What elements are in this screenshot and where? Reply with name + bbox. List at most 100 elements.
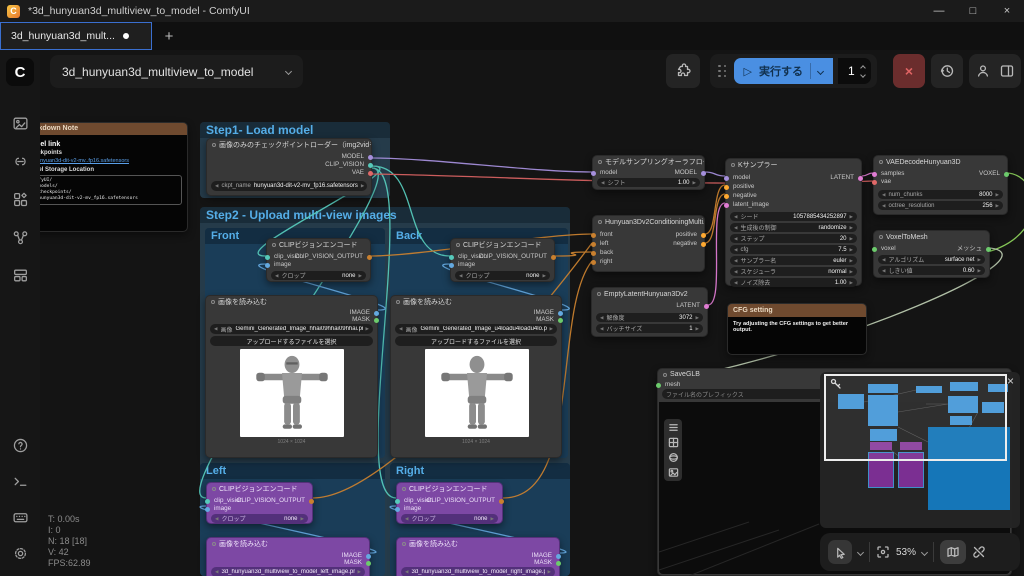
zoom-chevron-icon[interactable] bbox=[921, 548, 928, 555]
window-title: *3d_hunyuan3d_multiview_to_model - Comfy… bbox=[28, 5, 250, 17]
help-icon[interactable] bbox=[0, 430, 40, 460]
workflows-icon[interactable] bbox=[0, 108, 40, 138]
minimize-button[interactable]: — bbox=[922, 0, 956, 22]
node-clip-encode-right[interactable]: CLIPビジョンエンコード clip_vision CLIP_VISION_OU… bbox=[396, 482, 503, 524]
comfyui-app-icon: C bbox=[7, 5, 20, 18]
shift-widget[interactable]: ◀シフト1.00▶ bbox=[597, 178, 700, 187]
port-mask-out[interactable]: MASK bbox=[352, 316, 370, 324]
port-clipvision-out[interactable]: CLIP_VISION bbox=[325, 161, 364, 169]
group-right-title: Right bbox=[390, 463, 570, 479]
port-vae-out[interactable]: VAE bbox=[352, 169, 364, 177]
node-load-image-left[interactable]: 画像を読み込む IMAGE MASK ◀3d_hunyuan3d_multivi… bbox=[206, 537, 370, 576]
workflow-tab-active[interactable]: 3d_hunyuan3d_mult... bbox=[0, 22, 152, 50]
run-label: 実行する bbox=[759, 63, 803, 79]
viewport-toolbar bbox=[664, 419, 682, 481]
minimap-view-rect[interactable] bbox=[824, 374, 1007, 461]
upload-button[interactable]: アップロードするファイルを選択 bbox=[210, 336, 373, 346]
node-voxel-to-mesh[interactable]: VoxelToMesh voxel メッシュ ◀アルゴリズムsurface ne… bbox=[873, 230, 990, 278]
crop-widget[interactable]: ◀クロップnone▶ bbox=[271, 271, 366, 280]
cfg-setting-note[interactable]: CFG setting Try adjusting the CFG settin… bbox=[727, 303, 867, 355]
queue-count-stepper[interactable]: 1 bbox=[838, 58, 871, 84]
canvas-toolbar: 53% bbox=[820, 533, 1020, 571]
cancel-run-button[interactable]: × bbox=[893, 54, 925, 88]
export-image-icon[interactable] bbox=[668, 467, 679, 478]
node-ksampler[interactable]: Kサンプラー model LATENT positive negative la… bbox=[725, 158, 862, 286]
maximize-button[interactable]: □ bbox=[956, 0, 990, 22]
user-icon[interactable] bbox=[975, 63, 991, 79]
orbit-icon[interactable] bbox=[668, 452, 679, 463]
upload-button[interactable]: アップロードするファイルを選択 bbox=[395, 336, 557, 346]
chevron-down-icon bbox=[285, 68, 292, 75]
window-titlebar: C *3d_hunyuan3d_multiview_to_model - Com… bbox=[0, 0, 1024, 22]
note-heading: Model link bbox=[40, 141, 182, 148]
perf-stats: T: 0.00sI: 0 N: 18 [18]V: 42 FPS:62.89 bbox=[48, 514, 91, 569]
port-model-out[interactable]: MODEL bbox=[342, 153, 364, 161]
node-graph-canvas[interactable]: Step1- Load model Step2 - Upload multi-v… bbox=[40, 50, 1024, 576]
node-empty-latent[interactable]: EmptyLatentHunyuan3Dv2 LATENT ◀解像度3072▶ … bbox=[591, 287, 708, 337]
wire-positive bbox=[705, 185, 725, 234]
grid-icon[interactable] bbox=[668, 437, 679, 448]
zoom-level[interactable]: 53% bbox=[896, 547, 916, 558]
puzzle-icon bbox=[675, 63, 691, 79]
node-checkpoint-loader[interactable]: 画像のみのチェックポイントローダー（img2vidモ... MODEL CLIP… bbox=[206, 138, 372, 196]
note-model-link[interactable]: hunyuan3d-dit-v2-mv..fp16.safetensors bbox=[40, 158, 182, 164]
menu-icon[interactable] bbox=[668, 422, 679, 433]
node-load-image-back[interactable]: 画像を読み込む IMAGE MASK ◀画像Gemini_Generated_I… bbox=[390, 295, 562, 458]
ckpt-name-widget[interactable]: ◀ckpt_namehunyuan3d-dit-v2-mv_fp16.safet… bbox=[211, 181, 367, 191]
workflow-name: 3d_hunyuan3d_multiview_to_model bbox=[62, 65, 253, 79]
minimap-panel[interactable]: × bbox=[820, 372, 1020, 528]
node-vae-decode[interactable]: VAEDecodeHunyuan3D samples VOXEL vae ◀nu… bbox=[873, 155, 1008, 215]
node-library-icon[interactable] bbox=[0, 184, 40, 214]
minimap-close-icon[interactable]: × bbox=[1007, 374, 1014, 388]
queue-count: 1 bbox=[848, 64, 855, 78]
run-button[interactable]: ▷ 実行する bbox=[734, 58, 833, 84]
note-subheading: Checkpoints bbox=[40, 150, 182, 156]
node-model-sampling[interactable]: モデルサンプリングオーラフロー model MODEL ◀シフト1.00▶ bbox=[592, 155, 705, 190]
sidebar-panel-icon[interactable] bbox=[999, 63, 1015, 79]
fit-view-icon[interactable] bbox=[876, 545, 890, 559]
model-library-icon[interactable] bbox=[0, 146, 40, 176]
note-file-tree: ComfyUI/└─ models/ └─ checkpoints/ └─ hu… bbox=[40, 175, 182, 205]
close-button[interactable]: × bbox=[990, 0, 1024, 22]
play-icon: ▷ bbox=[744, 65, 752, 78]
workflow-tabbar: 3d_hunyuan3d_mult... + bbox=[0, 22, 1024, 50]
settings-icon[interactable] bbox=[0, 538, 40, 568]
terminal-icon[interactable] bbox=[0, 466, 40, 496]
image-size-caption: 1024 × 1024 bbox=[206, 439, 377, 445]
left-sidebar: C bbox=[0, 50, 40, 576]
minimap-toggle-button[interactable] bbox=[940, 540, 966, 564]
new-tab-button[interactable]: + bbox=[152, 22, 186, 50]
workflow-name-dropdown[interactable]: 3d_hunyuan3d_multiview_to_model bbox=[50, 55, 303, 88]
node-conditioning-multi[interactable]: Hunyuan3Dv2ConditioningMulti... front po… bbox=[592, 215, 705, 272]
workflow-graph-icon[interactable] bbox=[0, 222, 40, 252]
node-clip-encode-left[interactable]: CLIPビジョンエンコード clip_vision CLIP_VISION_OU… bbox=[206, 482, 313, 524]
group-step2-title: Step2 - Upload multi-view images bbox=[200, 207, 570, 223]
collapse-dot[interactable] bbox=[212, 143, 216, 147]
comfyui-logo-button[interactable]: C bbox=[6, 58, 34, 86]
wire-negative bbox=[705, 194, 725, 243]
history-clock-icon bbox=[939, 63, 955, 79]
knight-image-front bbox=[240, 349, 344, 437]
port-mesh-in[interactable]: mesh bbox=[665, 381, 680, 389]
select-tool-button[interactable] bbox=[828, 540, 852, 564]
run-options-chevron-icon[interactable] bbox=[817, 67, 824, 74]
port-image-in[interactable]: image bbox=[274, 261, 291, 269]
node-clip-encode-back[interactable]: CLIPビジョンエンコード clip_vision CLIP_VISION_OU… bbox=[450, 238, 555, 282]
node-load-image-right[interactable]: 画像を読み込む IMAGE MASK ◀3d_hunyuan3d_multivi… bbox=[396, 537, 560, 576]
tool-options-chevron-icon[interactable] bbox=[857, 548, 864, 555]
drag-handle-icon[interactable] bbox=[718, 65, 727, 78]
templates-icon[interactable] bbox=[0, 260, 40, 290]
group-left-title: Left bbox=[200, 463, 385, 479]
account-panel-group bbox=[969, 54, 1021, 88]
node-clip-encode-front[interactable]: CLIPビジョンエンコード clip_vision CLIP_VISION_OU… bbox=[266, 238, 371, 282]
node-load-image-front[interactable]: 画像を読み込む IMAGE MASK ◀画像Gemini_Generated_I… bbox=[205, 295, 378, 458]
image-file-widget[interactable]: ◀画像Gemini_Generated_Image_hhai09hhai09hh… bbox=[210, 324, 373, 334]
keyboard-icon[interactable] bbox=[0, 502, 40, 532]
port-clipvision-output[interactable]: CLIP_VISION_OUTPUT bbox=[295, 253, 363, 261]
extensions-button[interactable] bbox=[666, 54, 700, 88]
markdown-note[interactable]: Markdown Note Model link Checkpoints hun… bbox=[40, 122, 188, 232]
wire-model-2 bbox=[705, 172, 725, 176]
group-step1-title: Step1- Load model bbox=[200, 122, 390, 138]
history-button[interactable] bbox=[931, 54, 963, 88]
toggle-links-icon[interactable] bbox=[972, 545, 986, 559]
